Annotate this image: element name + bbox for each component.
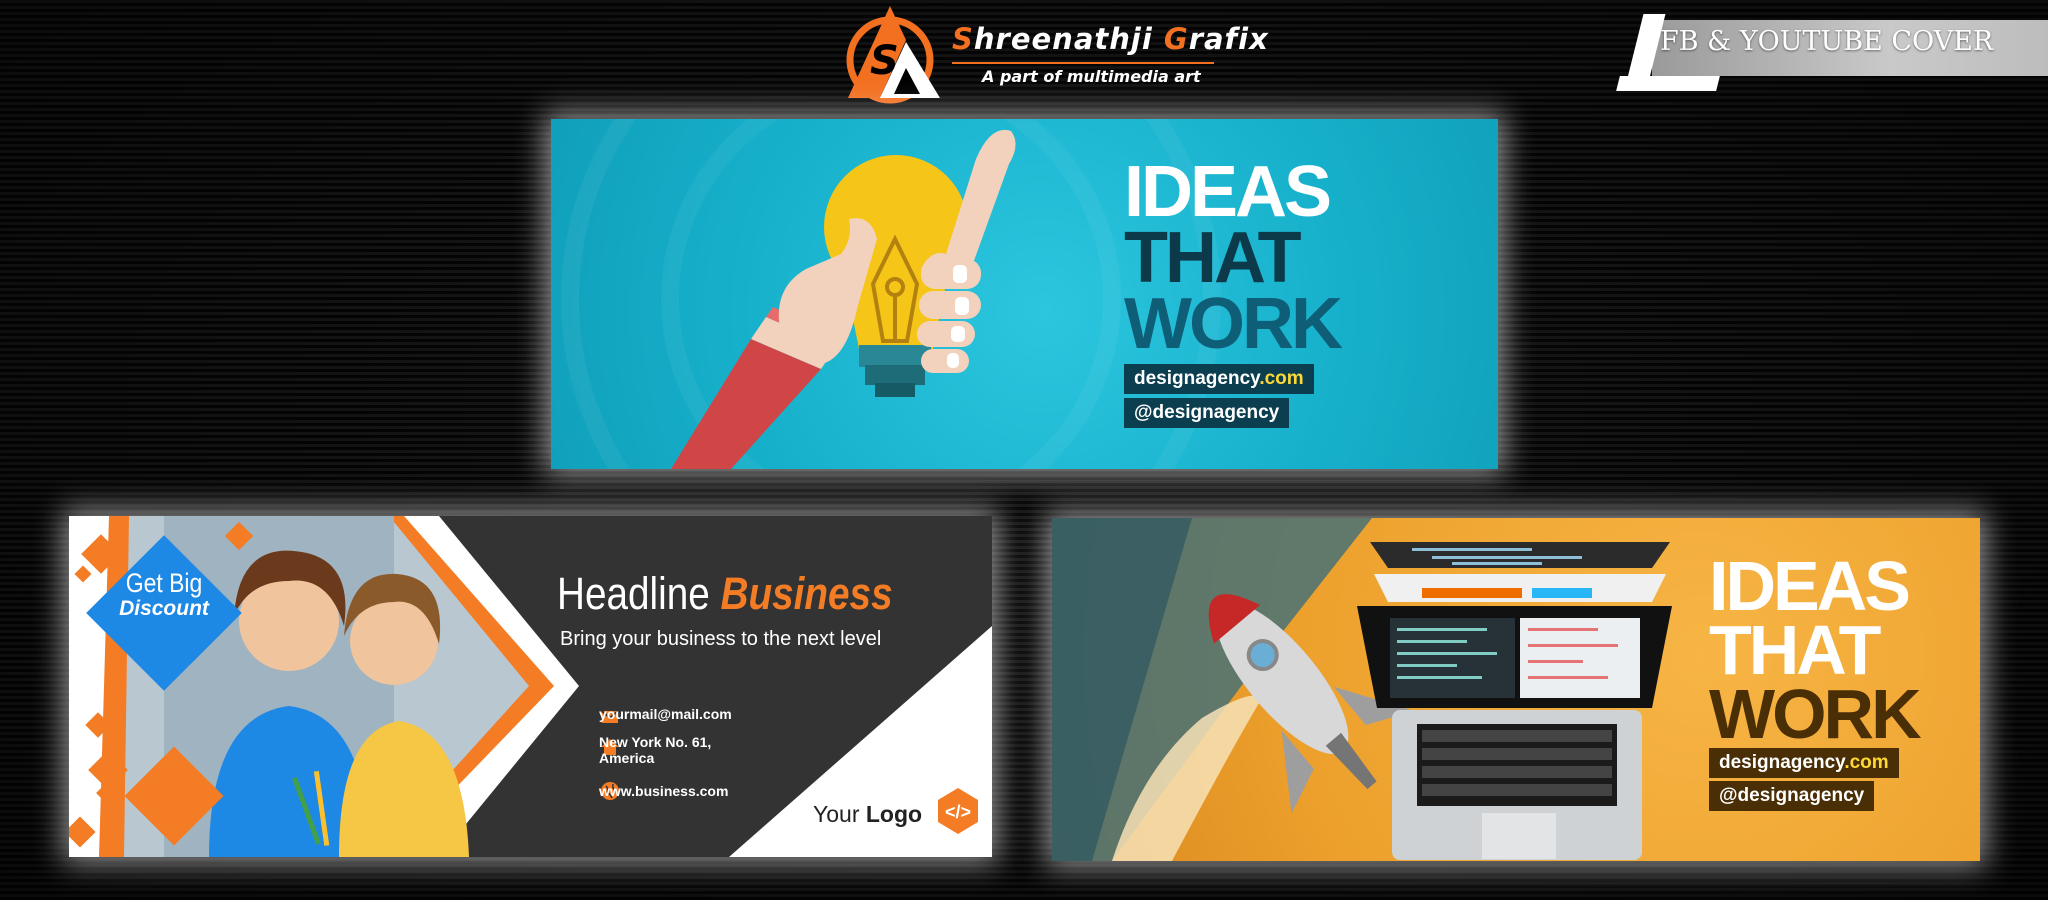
cover1-headline: IDEAS THAT WORK [1124,152,1343,364]
brand-name: Shreenathji Grafix [952,22,1269,56]
cover1-website: designagency.com [1124,364,1314,394]
cover-design-ideas-blue: IDEAS THAT WORK designagency.com @design… [551,119,1498,469]
contact-address: New York No. 61, America [599,734,712,766]
cover3-headline: IDEAS THAT WORK [1709,547,1922,753]
svg-text:S: S [870,38,899,84]
contact-website: www.business.com [599,783,729,799]
discount-badge: Get Big Discount [119,568,209,620]
corner-bracket-horizontal [1616,76,1720,91]
cover-design-business: </> Get Big Discount Headline Business B… [69,516,992,857]
brand-tagline: A part of multimedia art [982,67,1201,86]
hand-lightbulb-illustration [671,129,1016,469]
cover2-subtitle: Bring your business to the next level [560,628,882,650]
cover2-headline: Headline Business [557,568,893,619]
cover1-handle: @designagency [1124,398,1290,428]
cover-design-ideas-orange: IDEAS THAT WORK designagency.com @design… [1052,518,1980,861]
corner-banner: FB & YOUTUBE COVER [1612,14,2048,92]
brand-logo-icon: S [846,6,940,104]
contact-email: yourmail@mail.com [599,706,732,722]
corner-banner-label: FB & YOUTUBE COVER [1660,26,1994,57]
rocket-laptop-illustration [1052,518,1672,861]
brand-header: S Shreenathji Grafix A part of multimedi… [840,0,1268,104]
your-logo-text: Your Logo [813,801,923,827]
cover3-website: designagency.com [1709,748,1899,778]
cover3-handle: @designagency [1709,781,1875,811]
brand-underline [952,62,1214,64]
svg-text:</>: </> [945,802,971,822]
